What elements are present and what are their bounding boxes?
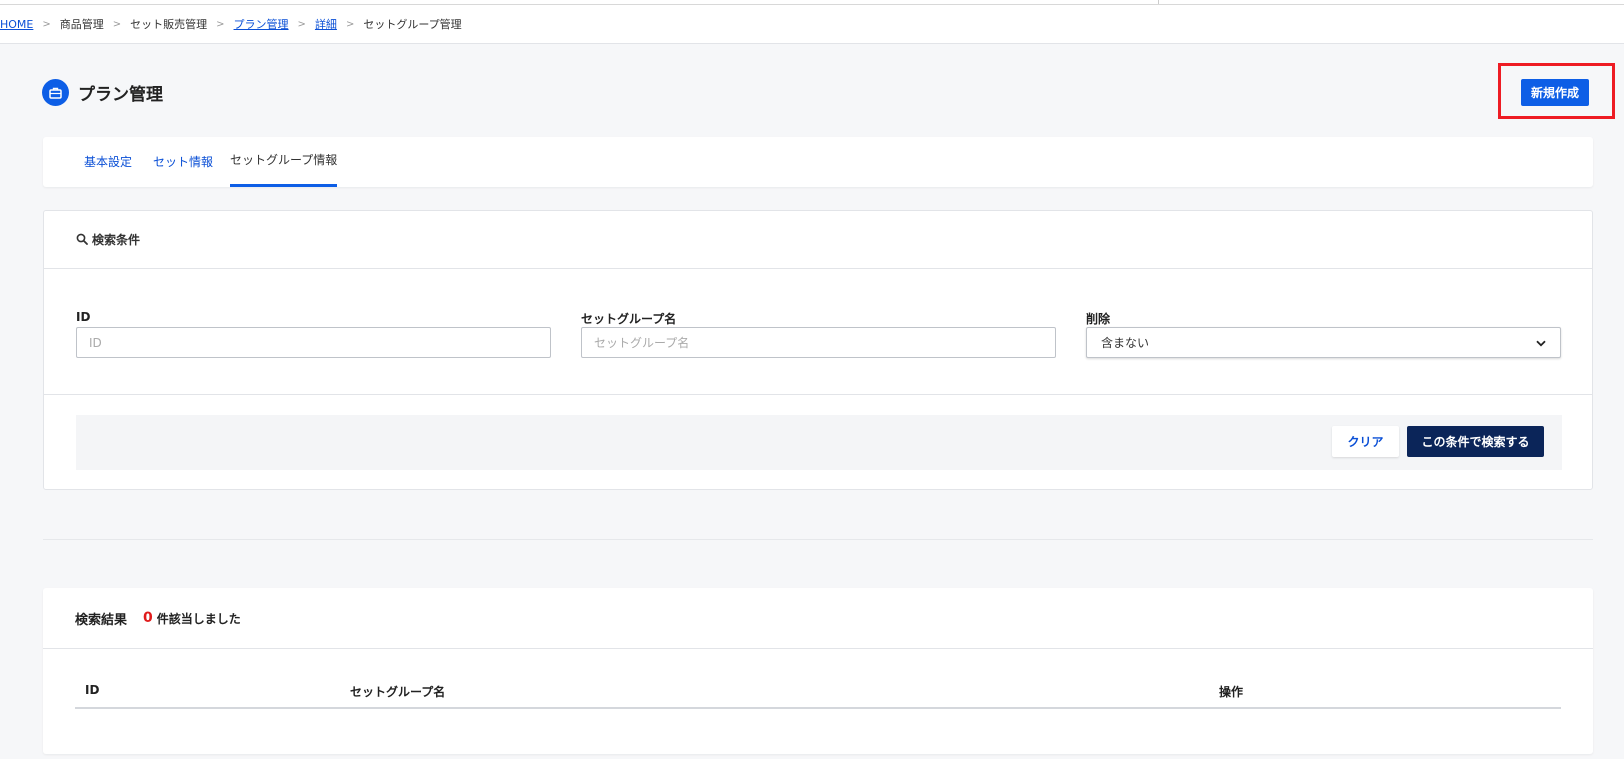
tab-set-group-info[interactable]: セットグループ情報 [230, 137, 338, 187]
breadcrumb-separator: > [345, 18, 355, 30]
breadcrumb-plan-management[interactable]: プラン管理 [234, 16, 289, 32]
deleted-select[interactable]: 含まない [1086, 327, 1561, 358]
results-header: 検索結果 0 件該当しました [43, 588, 1593, 649]
deleted-label: 削除 [1086, 312, 1111, 326]
column-header-group-name: セットグループ名 [350, 685, 446, 699]
results-title: 検索結果 [75, 612, 128, 628]
breadcrumb-detail[interactable]: 詳細 [315, 16, 337, 32]
column-header-actions: 操作 [1219, 685, 1244, 699]
create-new-button[interactable]: 新規作成 [1521, 79, 1589, 106]
search-icon [76, 230, 88, 249]
breadcrumb-separator: > [42, 18, 51, 30]
column-header-id: ID [85, 683, 100, 697]
results-count: 0 [143, 610, 153, 626]
tab-set-info[interactable]: セット情報 [153, 137, 213, 187]
breadcrumb: HOME > 商品管理 > セット販売管理 > プラン管理 > 詳細 > セット… [0, 5, 1624, 44]
breadcrumb-separator: > [216, 18, 225, 30]
results-panel: 検索結果 0 件該当しました ID セットグループ名 操作 [43, 588, 1593, 754]
id-input[interactable] [76, 327, 551, 358]
divider [44, 394, 1592, 395]
group-name-label: セットグループ名 [581, 312, 677, 326]
search-actions: クリア この条件で検索する [76, 415, 1562, 470]
topbar-divider [1158, 0, 1159, 4]
search-panel: 検索条件 ID セットグループ名 削除 含まない クリア この条件で検索する [43, 210, 1593, 490]
tab-bar: 基本設定 セット情報 セットグループ情報 [43, 137, 1593, 187]
breadcrumb-home[interactable]: HOME [0, 18, 33, 31]
breadcrumb-separator: > [297, 18, 306, 30]
breadcrumb-product-management: 商品管理 [59, 18, 104, 31]
briefcase-icon [42, 79, 69, 106]
search-submit-button[interactable]: この条件で検索する [1407, 426, 1544, 457]
results-count-suffix: 件該当しました [156, 611, 241, 626]
results-table-header: ID セットグループ名 操作 [75, 678, 1561, 709]
group-name-input[interactable] [581, 327, 1056, 358]
deleted-select-value: 含まない [1101, 336, 1150, 350]
search-panel-title: 検索条件 [92, 233, 141, 247]
search-panel-header: 検索条件 [44, 211, 1592, 269]
tab-basic-settings[interactable]: 基本設定 [84, 137, 132, 187]
breadcrumb-current: セットグループ管理 [363, 18, 462, 31]
clear-button[interactable]: クリア [1332, 426, 1399, 457]
divider [43, 539, 1593, 540]
page-header: プラン管理 [42, 79, 163, 106]
id-label: ID [76, 310, 91, 324]
breadcrumb-set-sales: セット販売管理 [130, 18, 208, 31]
breadcrumb-separator: > [112, 18, 122, 30]
chevron-down-icon [1536, 336, 1546, 350]
page-title: プラン管理 [78, 85, 163, 105]
